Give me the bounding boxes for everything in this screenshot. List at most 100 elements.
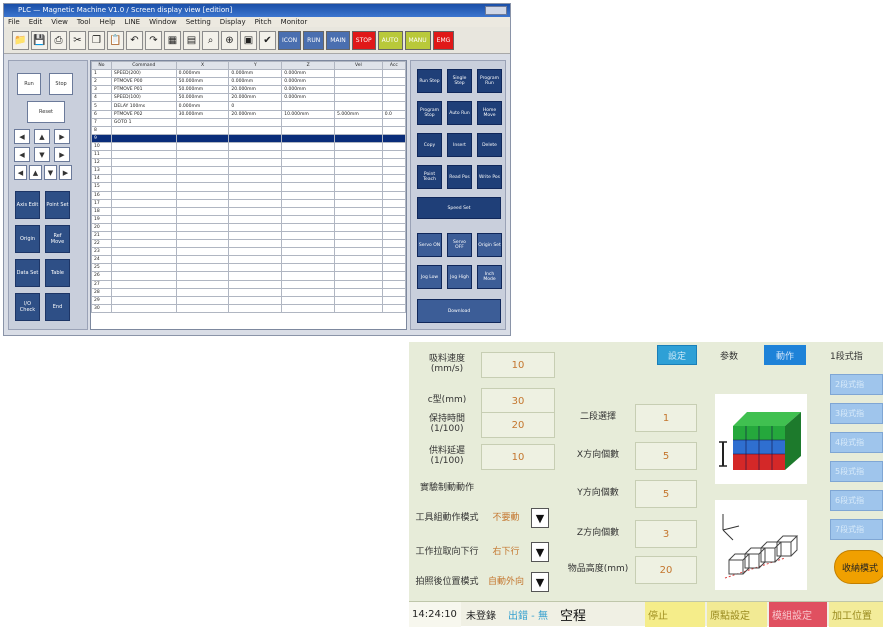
arrow-button-2[interactable]: ▶ — [54, 129, 70, 144]
run-button[interactable]: Run — [17, 73, 41, 95]
table-row[interactable]: 6 PTMOVE P02 30.000mm 20.000mm 10.000mm 5.000… — [91, 109, 406, 119]
save-icon[interactable]: 💾 — [31, 30, 48, 50]
right-servo-button-5[interactable]: Inch Mode — [477, 265, 502, 289]
arrow-button-9[interactable]: ▶ — [59, 165, 72, 180]
right-command-button-8[interactable]: Delete — [477, 133, 502, 157]
table-row[interactable]: 11 — [91, 150, 406, 160]
folder-icon[interactable]: 📁 — [12, 30, 29, 50]
left-function-button-3[interactable]: Ref Move — [45, 225, 70, 253]
left-field-value-2[interactable]: 20 — [481, 412, 555, 438]
redo-icon[interactable]: ↷ — [145, 30, 162, 50]
right-command-button-5[interactable]: Home Move — [477, 101, 502, 125]
zoom-icon[interactable]: ⊕ — [221, 30, 238, 50]
tab-action[interactable]: 動作 — [764, 345, 806, 365]
grid-icon[interactable]: ▦ — [164, 30, 181, 50]
right-command-button-6[interactable]: Copy — [417, 133, 442, 157]
left-field-value-0[interactable]: 10 — [481, 352, 555, 378]
table-row[interactable]: 29 — [91, 295, 406, 305]
arrow-button-8[interactable]: ▼ — [44, 165, 57, 180]
storage-mode-button[interactable]: 收納模式 — [834, 550, 883, 584]
image-icon[interactable]: ▣ — [240, 30, 257, 50]
reset-button[interactable]: Reset — [27, 101, 65, 123]
program-grid[interactable]: No Command X Y Z Vel Acc 1 SPEED(200) 0.000mm 0.00… — [90, 60, 407, 330]
tab-parameters[interactable]: 参数 — [709, 345, 749, 365]
arrow-button-4[interactable]: ▼ — [34, 147, 50, 162]
left-function-button-4[interactable]: Data Set — [15, 259, 40, 287]
table-row[interactable]: 23 — [91, 247, 406, 257]
arrow-button-6[interactable]: ◀ — [14, 165, 27, 180]
check-icon[interactable]: ✔ — [259, 30, 276, 50]
table-row[interactable]: 21 — [91, 230, 406, 241]
right-command-button-9[interactable]: Point Teach — [417, 165, 442, 189]
left-field-value-6[interactable]: 右下行 — [483, 542, 529, 562]
dropdown-arrow-6[interactable]: ▼ — [531, 542, 549, 562]
mid-field-value-3[interactable]: 3 — [635, 520, 697, 548]
undo-icon[interactable]: ↶ — [126, 30, 143, 50]
left-function-button-6[interactable]: I/O Check — [15, 293, 40, 321]
chart-icon[interactable]: ▤ — [183, 30, 200, 50]
menu-item-5[interactable]: LINE — [124, 18, 140, 26]
tab-one-stage[interactable]: 1段式指 — [817, 345, 883, 365]
table-row[interactable]: 12 — [91, 158, 406, 168]
left-field-value-1[interactable]: 30 — [481, 388, 555, 414]
table-row[interactable]: 25 — [91, 263, 406, 273]
table-row[interactable]: 10 — [91, 141, 406, 152]
table-row[interactable]: 15 — [91, 182, 406, 192]
mid-field-value-1[interactable]: 5 — [635, 442, 697, 470]
stage-button-3[interactable]: 3段式指 — [830, 403, 883, 424]
left-function-button-1[interactable]: Point Set — [45, 191, 70, 219]
table-row[interactable]: 24 — [91, 255, 406, 265]
right-command-button-7[interactable]: Insert — [447, 133, 472, 157]
left-function-button-2[interactable]: Origin — [15, 225, 40, 253]
arrow-button-3[interactable]: ◀ — [14, 147, 30, 162]
table-row[interactable]: 7 GOTO 1 — [91, 117, 406, 127]
menu-item-10[interactable]: Monitor — [281, 18, 308, 26]
menu-item-1[interactable]: Edit — [29, 18, 43, 26]
right-command-button-0[interactable]: Run Step — [417, 69, 442, 93]
right-command-button-10[interactable]: Read Pos — [447, 165, 472, 189]
arrow-button-0[interactable]: ◀ — [14, 129, 30, 144]
left-function-button-0[interactable]: Axis Edit — [15, 191, 40, 219]
left-function-button-5[interactable]: Table — [45, 259, 70, 287]
status-item-3[interactable]: 停止 — [645, 602, 705, 627]
left-field-value-3[interactable]: 10 — [481, 444, 555, 470]
right-command-button-11[interactable]: Write Pos — [477, 165, 502, 189]
right-command-button-3[interactable]: Program Stop — [417, 101, 442, 125]
toolbar-button-stop[interactable]: STOP — [351, 30, 376, 50]
menu-item-3[interactable]: Tool — [77, 18, 91, 26]
table-row[interactable]: 27 — [91, 279, 406, 289]
right-command-button-2[interactable]: Program Run — [477, 69, 502, 93]
table-row[interactable]: 5 DELAY 100ms 0.000mm 0 — [91, 101, 406, 111]
table-row[interactable]: 2 PTMOVE P00 50.000mm 0.000mm 0.000mm — [91, 77, 406, 87]
table-row[interactable]: 18 — [91, 206, 406, 216]
print-icon[interactable]: ⎙ — [50, 30, 67, 50]
toolbar-button-manu[interactable]: MANU — [404, 30, 431, 50]
right-servo-button-4[interactable]: Jog High — [447, 265, 472, 289]
menu-item-9[interactable]: Pitch — [255, 18, 272, 26]
menu-item-8[interactable]: Display — [220, 18, 246, 26]
table-row[interactable]: 14 — [91, 174, 406, 184]
menu-item-0[interactable]: File — [8, 18, 20, 26]
table-row[interactable]: 16 — [91, 190, 406, 200]
mid-field-value-0[interactable]: 1 — [635, 404, 697, 432]
right-servo-button-2[interactable]: Origin Set — [477, 233, 502, 257]
arrow-button-1[interactable]: ▲ — [34, 129, 50, 144]
toolbar-button-main[interactable]: MAIN — [326, 30, 350, 50]
right-servo-button-0[interactable]: Servo ON — [417, 233, 442, 257]
toolbar-button-emg[interactable]: EMG — [432, 30, 455, 50]
table-row[interactable]: 17 — [91, 198, 406, 208]
window-controls[interactable] — [485, 6, 507, 15]
stage-button-2[interactable]: 2段式指 — [830, 374, 883, 395]
arrow-button-7[interactable]: ▲ — [29, 165, 42, 180]
table-row[interactable]: 30 — [91, 303, 406, 313]
mid-field-value-2[interactable]: 5 — [635, 480, 697, 508]
toolbar-button-auto[interactable]: AUTO — [377, 30, 403, 50]
menu-item-4[interactable]: Help — [100, 18, 116, 26]
toolbar-button-icon[interactable]: ICON — [278, 30, 302, 50]
speed-set-button[interactable]: Speed Set — [417, 197, 501, 219]
dropdown-arrow-5[interactable]: ▼ — [531, 508, 549, 528]
paste-icon[interactable]: 📋 — [107, 30, 124, 50]
mid-field-value-4[interactable]: 20 — [635, 556, 697, 584]
stage-button-4[interactable]: 4段式指 — [830, 432, 883, 453]
dropdown-arrow-7[interactable]: ▼ — [531, 572, 549, 592]
